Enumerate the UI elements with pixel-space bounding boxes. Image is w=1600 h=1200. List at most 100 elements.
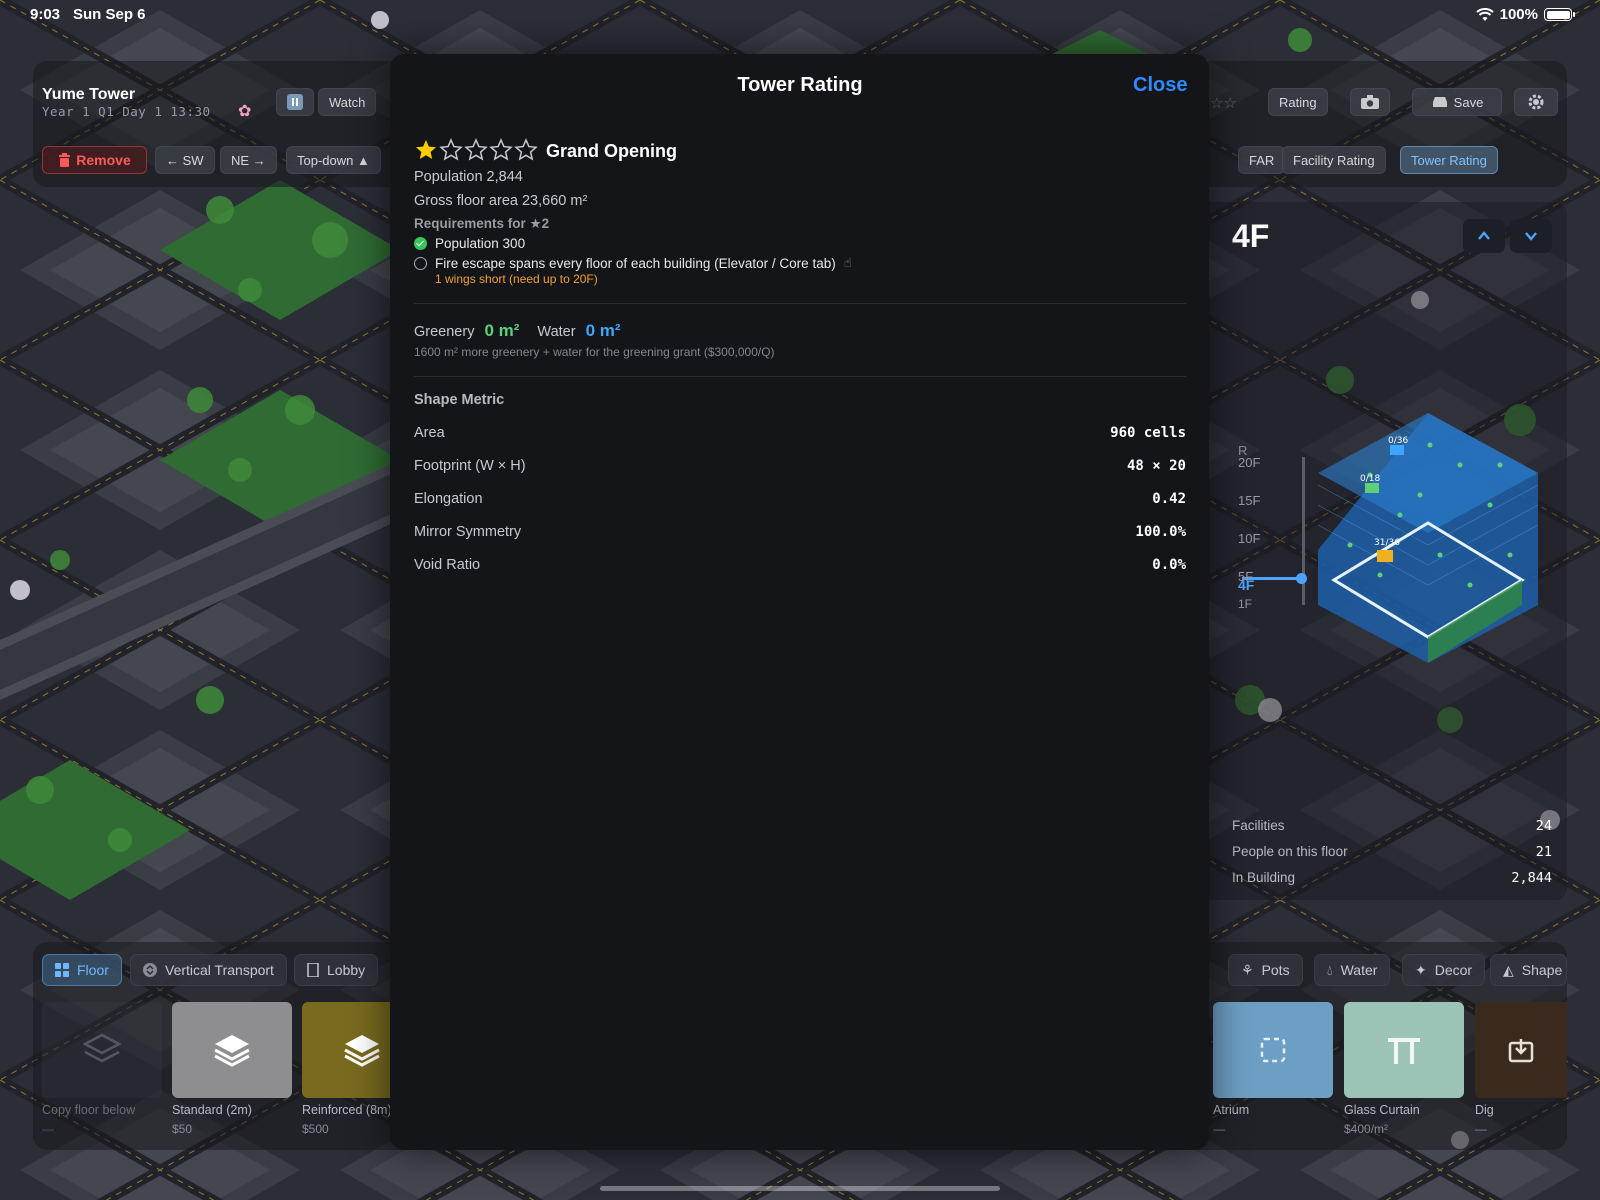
requirement-item: Population 300 bbox=[414, 236, 525, 251]
greenery-label: Greenery bbox=[414, 324, 475, 340]
door-icon bbox=[307, 963, 319, 977]
tile-price: — bbox=[42, 1122, 54, 1136]
population-line: Population 2,844 bbox=[414, 169, 523, 185]
status-date: Sun Sep 6 bbox=[73, 6, 146, 23]
tower-rating-button[interactable]: Tower Rating bbox=[1400, 146, 1498, 174]
tile-glass-curtain[interactable] bbox=[1344, 1002, 1464, 1098]
battery-percent: 100% bbox=[1499, 6, 1538, 23]
requirement-warning: 1 wings short (need up to 20F) bbox=[435, 272, 598, 286]
metric-row: Mirror Symmetry 100.0% bbox=[414, 524, 1186, 540]
tab-water[interactable]: 💧︎ Water bbox=[1314, 954, 1391, 986]
divider bbox=[414, 303, 1186, 304]
water-label: Water bbox=[537, 324, 576, 340]
greenery-water-row: Greenery 0 m² Water 0 m² bbox=[414, 321, 621, 341]
metric-value: 100.0% bbox=[1135, 524, 1186, 540]
rating-name: Grand Opening bbox=[546, 141, 678, 161]
stat-people-floor: People on this floor 21 bbox=[1232, 844, 1552, 860]
modal-title: Tower Rating bbox=[737, 74, 863, 96]
star-filled-icon bbox=[414, 138, 438, 162]
tab-shape[interactable]: ◭ Shape bbox=[1490, 954, 1567, 986]
star-empty-icon bbox=[514, 138, 538, 162]
trash-icon bbox=[59, 153, 71, 167]
requirement-item: Fire escape spans every floor of each bu… bbox=[414, 255, 852, 271]
tab-lobby[interactable]: Lobby bbox=[294, 954, 379, 986]
tile-dig[interactable] bbox=[1475, 1002, 1567, 1098]
metric-value: 0.0% bbox=[1152, 557, 1186, 573]
greening-grant-note: 1600 m² more greenery + water for the gr… bbox=[414, 345, 775, 359]
remove-button[interactable]: Remove bbox=[42, 146, 147, 174]
sparkle-icon: ✦ bbox=[1415, 961, 1427, 978]
requirements-title: Requirements for ★2 bbox=[414, 216, 550, 231]
rotate-ne-button[interactable]: NE → bbox=[220, 146, 277, 174]
wifi-icon bbox=[1475, 7, 1494, 21]
water-value: 0 m² bbox=[585, 321, 621, 340]
tile-standard-floor[interactable] bbox=[172, 1002, 292, 1098]
floor-mark-15f: 15F bbox=[1238, 493, 1261, 508]
stat-label: People on this floor bbox=[1232, 844, 1348, 859]
star-rating bbox=[414, 138, 538, 162]
tab-floor[interactable]: Floor bbox=[42, 954, 122, 986]
metric-label: Mirror Symmetry bbox=[414, 524, 522, 540]
requirement-text: Population 300 bbox=[435, 236, 526, 251]
chevron-down-icon bbox=[1525, 232, 1537, 241]
stat-value: 2,844 bbox=[1511, 870, 1552, 886]
room-badge-3: 31/36 bbox=[1374, 538, 1400, 548]
room-badge-2: 0/18 bbox=[1360, 474, 1380, 484]
tile-price: — bbox=[1475, 1122, 1487, 1136]
tile-copy-floor[interactable] bbox=[42, 1002, 162, 1098]
floor-slider[interactable]: R 20F 15F 10F 5F 4F 1F bbox=[1232, 443, 1310, 611]
metric-label: Footprint (W × H) bbox=[414, 458, 526, 474]
tab-label: Decor bbox=[1434, 962, 1473, 978]
dashed-square-icon bbox=[1260, 1037, 1286, 1063]
stat-value: 24 bbox=[1535, 818, 1552, 834]
rotate-sw-button[interactable]: ← SW bbox=[155, 146, 215, 174]
floor-up-button[interactable] bbox=[1463, 219, 1505, 253]
far-button[interactable]: FAR bbox=[1238, 146, 1286, 174]
stat-value: 21 bbox=[1535, 844, 1552, 860]
tile-name: Reinforced (8m) bbox=[302, 1103, 392, 1117]
layers-icon bbox=[344, 1035, 380, 1067]
tab-pots[interactable]: ⚘ Pots bbox=[1228, 954, 1303, 986]
checkmark-circle-icon bbox=[414, 237, 427, 250]
tile-price: $50 bbox=[172, 1122, 193, 1136]
floor-mark-4f: 4F bbox=[1238, 577, 1255, 593]
metric-row: Void Ratio 0.0% bbox=[414, 557, 1186, 573]
floor-mark-20f: 20F bbox=[1238, 455, 1261, 470]
arrows-cycle-icon bbox=[143, 963, 157, 977]
gate-icon bbox=[1388, 1038, 1420, 1064]
camera-icon bbox=[1361, 95, 1379, 109]
floor-mark-1f: 1F bbox=[1238, 597, 1253, 611]
tab-decor[interactable]: ✦ Decor bbox=[1402, 954, 1486, 986]
stat-in-building: In Building 2,844 bbox=[1232, 870, 1552, 886]
chevron-up-icon bbox=[1478, 231, 1490, 240]
tile-price: $400/m² bbox=[1344, 1122, 1389, 1136]
metric-label: Elongation bbox=[414, 491, 483, 507]
facility-rating-button[interactable]: Facility Rating bbox=[1282, 146, 1386, 174]
star-empty-icon bbox=[464, 138, 488, 162]
tile-name: Atrium bbox=[1213, 1103, 1250, 1117]
metric-row: Elongation 0.42 bbox=[414, 491, 1186, 507]
battery-icon bbox=[1544, 8, 1575, 21]
tab-label: Water bbox=[1340, 962, 1378, 978]
stat-label: In Building bbox=[1232, 870, 1296, 885]
tab-label: Shape bbox=[1521, 962, 1563, 978]
tab-label: Floor bbox=[77, 962, 109, 978]
building-preview[interactable]: 0/36 0/18 31/36 bbox=[1310, 405, 1545, 665]
status-right: 100% bbox=[1475, 6, 1575, 23]
greenery-value: 0 m² bbox=[484, 321, 520, 340]
tile-name: Dig bbox=[1475, 1103, 1494, 1117]
close-button[interactable]: Close bbox=[1133, 74, 1187, 97]
tab-vertical-transport[interactable]: Vertical Transport bbox=[130, 954, 287, 986]
view-mode-button[interactable]: Top-down ▲ bbox=[286, 146, 381, 174]
metric-label: Area bbox=[414, 425, 445, 441]
home-indicator[interactable] bbox=[600, 1186, 1000, 1191]
metric-label: Void Ratio bbox=[414, 557, 481, 573]
floor-down-button[interactable] bbox=[1510, 219, 1552, 253]
metric-row: Area 960 cells bbox=[414, 425, 1186, 441]
tile-atrium[interactable] bbox=[1213, 1002, 1333, 1098]
stat-facilities: Facilities 24 bbox=[1232, 818, 1552, 834]
metric-value: 960 cells bbox=[1110, 425, 1186, 441]
hand-pointer-icon[interactable]: ☝︎ bbox=[844, 255, 852, 271]
tile-name: Standard (2m) bbox=[172, 1103, 252, 1117]
tile-name: Glass Curtain bbox=[1344, 1103, 1420, 1117]
